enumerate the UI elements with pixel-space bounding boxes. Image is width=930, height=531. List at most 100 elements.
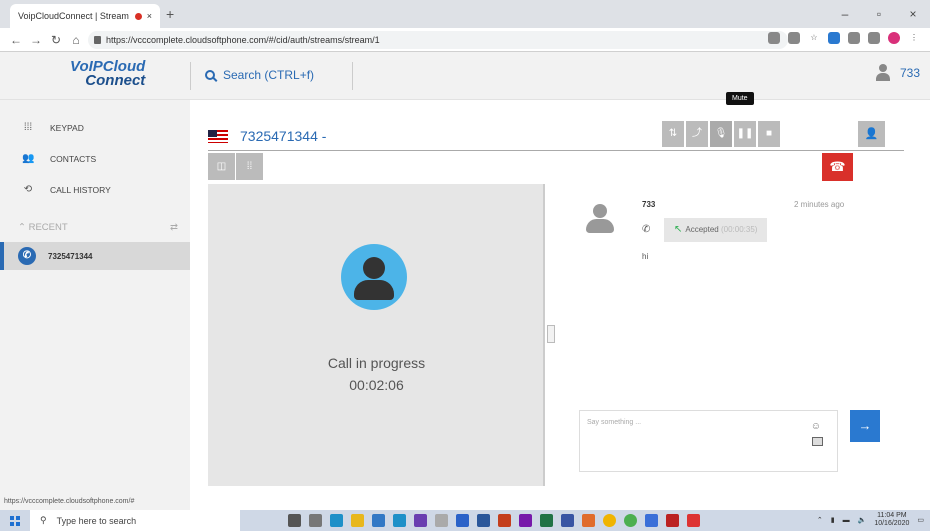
send-button[interactable]: → — [850, 410, 880, 442]
hangup-button[interactable]: ☎ — [822, 153, 853, 181]
sidebar-item-keypad[interactable]: ⁞⁞⁞ KEYPAD — [0, 112, 190, 143]
windows-icon — [10, 515, 20, 526]
url-field[interactable]: https://vcccomplete.cloudsoftphone.com/#… — [88, 31, 788, 49]
mute-tooltip: Mute — [726, 92, 754, 105]
excel-icon[interactable] — [540, 514, 553, 527]
search-icon — [205, 70, 215, 80]
clock-time: 11:04 PM — [877, 512, 907, 519]
battery-icon[interactable]: ▮ — [831, 516, 835, 524]
tray-arrow-icon[interactable]: ⌃ — [817, 516, 823, 524]
explorer-icon[interactable] — [351, 514, 364, 527]
word-icon[interactable] — [477, 514, 490, 527]
tab-title: VoipCloudConnect | Stream — [18, 11, 129, 21]
profile-icon[interactable] — [888, 32, 900, 44]
logo: VoIPCloud Connect — [70, 59, 145, 88]
collapse-icon: ⌃ — [18, 221, 29, 233]
swap-icon[interactable]: ⇄ — [170, 222, 178, 233]
forward-icon[interactable]: → — [26, 33, 46, 47]
edge-icon[interactable] — [330, 514, 343, 527]
divider — [190, 62, 191, 90]
mail-icon[interactable] — [393, 514, 406, 527]
recent-number: 7325471344 — [48, 251, 93, 261]
transfer-button[interactable]: ⇅ — [662, 121, 684, 147]
app-icon[interactable] — [435, 514, 448, 527]
recent-item[interactable]: ✆ 7325471344 — [0, 242, 190, 270]
chrome-icon[interactable] — [603, 514, 616, 527]
keypad-icon: ⁞⁞⁞ — [23, 121, 33, 133]
pdf-icon[interactable] — [687, 514, 700, 527]
sender-avatar — [586, 204, 614, 238]
app-icon[interactable] — [645, 514, 658, 527]
cortana-icon[interactable] — [288, 514, 301, 527]
history-icon: ⟲ — [23, 183, 33, 195]
browser-tab-bar: VoipCloudConnect | Stream × + – ▫ × — [0, 0, 930, 28]
volume-icon[interactable]: 🔈 — [858, 516, 867, 524]
contacts-icon: 👥 — [22, 152, 35, 164]
taskbar-apps — [288, 514, 700, 527]
app-icon[interactable] — [582, 514, 595, 527]
project-icon[interactable] — [519, 514, 532, 527]
resize-handle[interactable] — [547, 325, 555, 343]
browser-tab[interactable]: VoipCloudConnect | Stream × — [10, 4, 160, 28]
visio-icon[interactable] — [561, 514, 574, 527]
star-icon[interactable]: ☆ — [808, 32, 820, 44]
sidebar-item-label: CALL HISTORY — [50, 184, 111, 195]
arrow-icon: ↖ — [674, 224, 683, 235]
store-icon[interactable] — [372, 514, 385, 527]
extension-icon[interactable] — [828, 32, 840, 44]
call-number: 7325471344 - — [240, 128, 327, 144]
emoji-icon[interactable]: ☺ — [811, 421, 821, 432]
chat-message: hi — [642, 252, 649, 261]
extensions: ☆ ⋮ — [768, 32, 920, 44]
sidebar-item-call-history[interactable]: ⟲ CALL HISTORY — [0, 174, 190, 205]
status-url: https://vcccomplete.cloudsoftphone.com/# — [0, 498, 190, 510]
menu-icon[interactable] — [868, 32, 880, 44]
camera-icon[interactable] — [768, 32, 780, 44]
contact-info-button[interactable]: 👤 — [858, 121, 885, 147]
hold-button[interactable]: ❚❚ — [734, 121, 756, 147]
new-tab-icon[interactable]: + — [166, 6, 174, 22]
close-window-icon[interactable]: × — [896, 0, 930, 28]
app-icon[interactable] — [624, 514, 637, 527]
back-icon[interactable]: ← — [6, 33, 26, 47]
maximize-icon[interactable]: ▫ — [862, 0, 896, 28]
network-icon[interactable]: ▬ — [843, 517, 850, 524]
home-icon[interactable]: ⌂ — [66, 33, 86, 47]
user-extension: 733 — [899, 66, 920, 80]
caller-avatar — [341, 244, 407, 310]
sidebar-item-contacts[interactable]: 👥 CONTACTS — [0, 143, 190, 174]
more-icon[interactable]: ⋮ — [908, 32, 920, 44]
message-input[interactable]: Say something ... ☺ — [579, 410, 838, 472]
url-text: https://vcccomplete.cloudsoftphone.com/#… — [106, 35, 380, 45]
search-button[interactable]: Search (CTRL+f) — [205, 68, 314, 82]
puzzle-icon[interactable] — [848, 32, 860, 44]
keypad-button[interactable]: ⁞⁞ — [236, 153, 263, 180]
taskview-icon[interactable] — [309, 514, 322, 527]
reload-icon[interactable]: ↻ — [46, 33, 66, 47]
image-icon[interactable] — [812, 437, 823, 446]
key-icon[interactable] — [788, 32, 800, 44]
mute-button[interactable]: 🎙 — [710, 121, 732, 147]
accepted-duration: (00:00:35) — [720, 225, 758, 234]
forward-button[interactable]: ⤴ — [686, 121, 708, 147]
powerpoint-icon[interactable] — [498, 514, 511, 527]
app-icon[interactable] — [666, 514, 679, 527]
sidebar-item-label: KEYPAD — [50, 122, 84, 133]
search-label: Search (CTRL+f) — [223, 68, 315, 82]
outlook-icon[interactable] — [456, 514, 469, 527]
teams-icon[interactable] — [414, 514, 427, 527]
user-icon — [875, 64, 890, 82]
call-panel: Mute 7325471344 - ⇅ ⤴ 🎙 ❚❚ ■ 👤 ◫ ⁞⁞ ☎ Ca… — [190, 92, 930, 510]
close-tab-icon[interactable]: × — [147, 11, 152, 21]
recent-label: RECENT — [28, 221, 68, 233]
user-menu[interactable]: 733 — [875, 64, 920, 82]
taskbar-search[interactable]: ⚲ Type here to search — [30, 510, 240, 531]
clock[interactable]: 11:04 PM 10/16/2020 — [874, 512, 909, 528]
recent-header[interactable]: ⌃ RECENT ⇄ — [0, 211, 190, 243]
start-button[interactable] — [0, 510, 30, 531]
call-timer: 00:02:06 — [349, 377, 404, 393]
minimize-icon[interactable]: – — [828, 0, 862, 28]
video-button[interactable]: ■ — [758, 121, 780, 147]
notification-icon[interactable]: ▭ — [917, 516, 924, 524]
sidepanel-toggle-button[interactable]: ◫ — [208, 153, 235, 180]
